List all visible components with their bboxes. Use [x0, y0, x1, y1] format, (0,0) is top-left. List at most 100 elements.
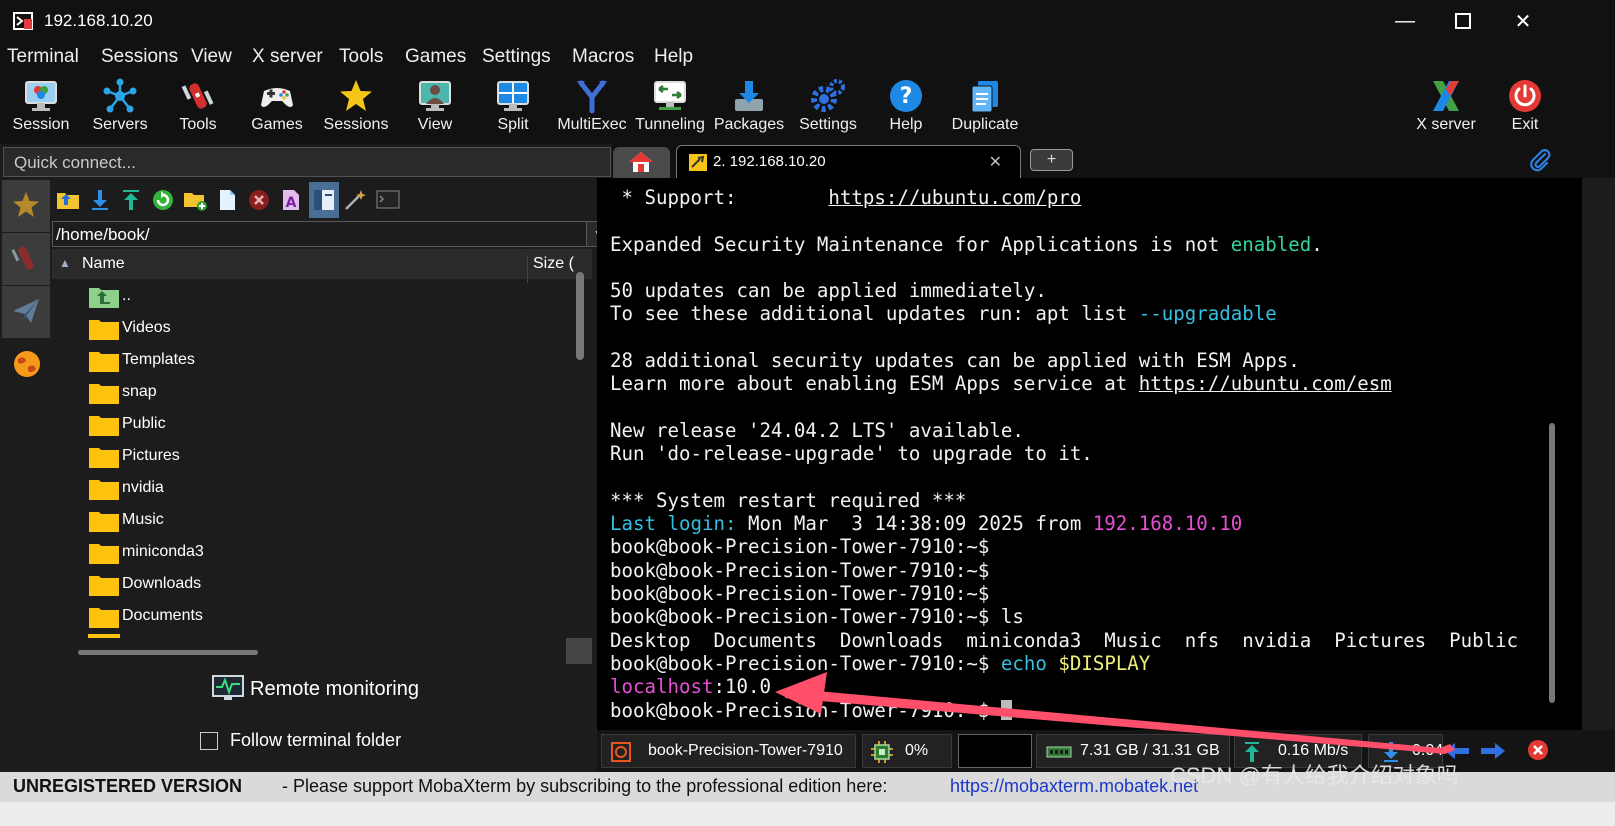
scroll-corner: [566, 638, 592, 664]
file-name: nvidia: [122, 479, 164, 496]
home-tab[interactable]: [613, 147, 670, 178]
duplicate-button[interactable]: Duplicate: [946, 72, 1024, 140]
new-tab-button[interactable]: +: [1030, 149, 1073, 171]
packages-download-icon: [735, 81, 763, 111]
column-size-header[interactable]: Size (: [527, 255, 574, 283]
file-name: Pictures: [122, 447, 180, 464]
rename-icon[interactable]: A: [279, 188, 303, 212]
menu-sessions[interactable]: Sessions: [101, 46, 178, 68]
terminal-icon[interactable]: [376, 188, 400, 212]
background-strip: [0, 802, 1615, 826]
exit-button[interactable]: Exit: [1486, 72, 1564, 140]
xserver-button[interactable]: X server: [1407, 72, 1485, 140]
close-window-button[interactable]: ✕: [1493, 0, 1553, 42]
gear-icon: [811, 79, 845, 112]
terminal-link[interactable]: https://ubuntu.com/esm: [1139, 372, 1392, 395]
view-button[interactable]: View: [396, 72, 474, 140]
terminal-panel[interactable]: * Support: https://ubuntu.com/pro Expand…: [597, 178, 1582, 730]
settings-button[interactable]: Settings: [789, 72, 867, 140]
refresh-icon[interactable]: [151, 188, 175, 212]
games-button[interactable]: Games: [238, 72, 316, 140]
upload-icon[interactable]: [119, 188, 143, 212]
list-item-folder[interactable]: Pictures: [88, 442, 558, 472]
maximize-button[interactable]: [1433, 0, 1493, 42]
list-item-folder[interactable]: snap: [88, 378, 558, 408]
sidebar-tab-macros[interactable]: [2, 286, 50, 339]
split-button[interactable]: Split: [474, 72, 552, 140]
list-item-folder[interactable]: miniconda3: [88, 538, 558, 568]
menu-xserver[interactable]: X server: [252, 46, 323, 68]
magic-wand-icon[interactable]: [343, 188, 367, 212]
list-item-folder[interactable]: Downloads: [88, 570, 558, 600]
folder-icon: [89, 544, 119, 564]
column-name-header[interactable]: Name: [82, 255, 125, 273]
list-item-folder[interactable]: Templates: [88, 346, 558, 376]
new-file-icon[interactable]: [215, 188, 239, 212]
power-icon: [1509, 80, 1541, 112]
paperclip-icon[interactable]: [1528, 148, 1552, 172]
help-button[interactable]: ? Help: [867, 72, 945, 140]
terminal-scrollbar[interactable]: [1549, 423, 1555, 703]
terminal-output[interactable]: * Support: https://ubuntu.com/pro Expand…: [610, 186, 1518, 722]
tunneling-button[interactable]: Tunneling: [631, 72, 709, 140]
folder-icon: [89, 576, 119, 596]
checkbox-box[interactable]: [200, 732, 218, 751]
list-item-parent[interactable]: ..: [88, 282, 558, 312]
tab-session[interactable]: 2. 192.168.10.20 ✕: [676, 145, 1021, 179]
globe-icon: [14, 351, 40, 377]
multiexec-button[interactable]: MultiExec: [553, 72, 631, 140]
menu-games[interactable]: Games: [405, 46, 466, 68]
mobatek-link[interactable]: https://mobaxterm.mobatek.net: [950, 776, 1198, 797]
file-list-horizontal-scrollbar[interactable]: [78, 650, 258, 655]
session-button[interactable]: Session: [2, 72, 80, 140]
cpu-graph: [958, 734, 1032, 768]
menu-terminal[interactable]: Terminal: [7, 46, 79, 68]
arrow-right-icon[interactable]: [1480, 742, 1506, 760]
split-grid-icon: [497, 81, 529, 111]
toggle-hidden-files-button[interactable]: [309, 182, 339, 218]
delete-icon[interactable]: [247, 188, 271, 212]
mobaxterm-logo-icon: [13, 12, 33, 30]
new-folder-icon[interactable]: [183, 188, 207, 212]
home-icon: [629, 152, 653, 172]
sidebar-tab-tools[interactable]: [2, 233, 50, 286]
folder-icon: [89, 448, 119, 468]
remote-monitoring-button[interactable]: Remote monitoring: [212, 675, 419, 701]
menu-tools[interactable]: Tools: [339, 46, 383, 68]
sort-ascending-icon: ▲: [59, 256, 71, 270]
list-item-folder[interactable]: Music: [88, 506, 558, 536]
packages-button[interactable]: Packages: [710, 72, 788, 140]
list-item-folder[interactable]: Documents: [88, 602, 558, 632]
sidebar-tab-sftp[interactable]: [2, 339, 50, 392]
quick-connect-input[interactable]: [12, 152, 606, 174]
list-item-folder[interactable]: Videos: [88, 314, 558, 344]
tunneling-icon: [654, 81, 686, 110]
current-path[interactable]: /home/book/: [56, 225, 150, 245]
sidebar-tab-sessions[interactable]: [2, 180, 50, 233]
file-list-vertical-scrollbar[interactable]: [576, 272, 584, 360]
follow-terminal-folder-checkbox[interactable]: Follow terminal folder: [200, 730, 401, 751]
svg-text:?: ?: [900, 84, 913, 109]
file-name: Downloads: [122, 575, 202, 592]
tools-button[interactable]: Tools: [159, 72, 237, 140]
servers-button[interactable]: Servers: [81, 72, 159, 140]
download-icon[interactable]: [88, 188, 112, 212]
list-item-folder[interactable]: nvidia: [88, 474, 558, 504]
view-user-icon: [419, 81, 451, 111]
list-item-folder[interactable]: Public: [88, 410, 558, 440]
menu-view[interactable]: View: [191, 46, 232, 68]
menu-settings[interactable]: Settings: [482, 46, 551, 68]
sessions-button[interactable]: Sessions: [317, 72, 395, 140]
close-session-icon[interactable]: [1527, 739, 1549, 761]
parent-folder-icon[interactable]: [56, 188, 80, 212]
terminal-link[interactable]: https://ubuntu.com/pro: [828, 186, 1081, 209]
menu-macros[interactable]: Macros: [572, 46, 634, 68]
file-name: miniconda3: [122, 543, 204, 560]
minimize-button[interactable]: —: [1375, 0, 1435, 42]
svg-text:A: A: [286, 195, 297, 211]
folder-icon: [89, 480, 119, 500]
close-tab-icon[interactable]: ✕: [989, 152, 1002, 172]
path-bar[interactable]: /home/book/ ▼: [52, 221, 612, 247]
window-title: 192.168.10.20: [44, 11, 153, 30]
menu-help[interactable]: Help: [654, 46, 693, 68]
